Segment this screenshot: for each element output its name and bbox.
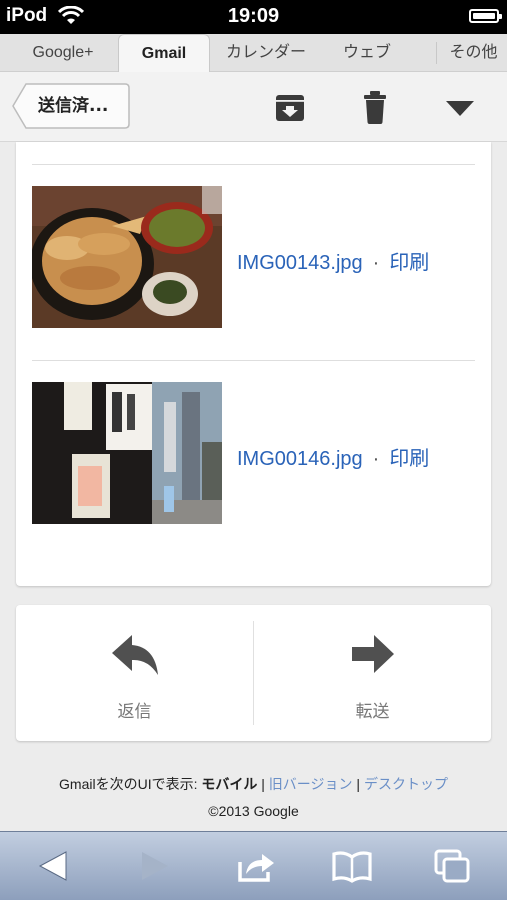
clock: 19:09 — [227, 5, 280, 27]
forward-button[interactable]: 転送 — [254, 605, 491, 741]
tab-google-plus[interactable]: Google+ — [10, 34, 116, 72]
forward-icon — [352, 635, 394, 673]
view-mode-separator: | — [257, 776, 269, 792]
browser-toolbar — [0, 831, 507, 900]
print-link[interactable]: 印刷 — [389, 252, 429, 274]
forward-label: 転送 — [355, 702, 390, 722]
archive-icon[interactable] — [272, 89, 308, 125]
divider — [32, 164, 475, 165]
reply-forward-card: 返信 転送 — [16, 605, 491, 741]
status-bar: iPod 19:09 — [0, 0, 507, 34]
tab-web[interactable]: ウェブ — [324, 34, 410, 72]
message-card: IMG00143.jpg · 印刷 IMG00146.jpg · 印刷 — [16, 142, 491, 586]
reply-button[interactable]: 返信 — [16, 605, 253, 741]
separator-dot: · — [372, 448, 380, 470]
back-arrow-icon[interactable] — [34, 848, 74, 884]
trash-icon[interactable] — [357, 89, 393, 125]
view-mode-prefix: Gmailを次のUIで表示: — [59, 776, 202, 792]
view-mode-line: Gmailを次のUIで表示: モバイル | 旧バージョン | デスクトップ — [0, 770, 507, 798]
attachment-filename-link[interactable]: IMG00143.jpg — [237, 252, 363, 274]
app-tabs: Google+ Gmail カレンダー ウェブ その他 — [0, 34, 507, 73]
separator-dot: · — [372, 252, 380, 274]
tab-more[interactable]: その他 — [440, 34, 507, 72]
view-mode-separator: | — [352, 776, 364, 792]
tabs-icon[interactable] — [432, 848, 472, 884]
message-toolbar: 送信済... — [0, 72, 507, 142]
attachment-row-2: IMG00146.jpg · 印刷 — [237, 442, 429, 471]
tab-divider — [436, 42, 437, 64]
footer: Gmailを次のUIで表示: モバイル | 旧バージョン | デスクトップ ©2… — [0, 770, 507, 824]
reply-icon — [112, 635, 158, 675]
view-mode-old-link[interactable]: 旧バージョン — [269, 776, 353, 792]
back-button-label: 送信済... — [38, 96, 109, 116]
dropdown-icon[interactable] — [442, 89, 478, 125]
attachment-thumbnail-food[interactable] — [32, 186, 222, 328]
battery-icon — [469, 9, 502, 23]
tab-calendar[interactable]: カレンダー — [212, 34, 320, 72]
view-mode-desktop-link[interactable]: デスクトップ — [364, 776, 448, 792]
share-icon[interactable] — [236, 848, 276, 884]
back-button[interactable]: 送信済... — [12, 83, 130, 129]
tab-gmail[interactable]: Gmail — [118, 34, 210, 73]
attachment-filename-link[interactable]: IMG00146.jpg — [237, 448, 363, 470]
view-mode-mobile: モバイル — [201, 776, 258, 792]
divider — [32, 360, 475, 361]
reply-label: 返信 — [117, 702, 152, 722]
bookmarks-icon[interactable] — [332, 848, 372, 884]
forward-arrow-icon[interactable] — [134, 848, 174, 884]
copyright: ©2013 Google — [208, 803, 299, 819]
attachment-thumbnail-street[interactable] — [32, 382, 222, 524]
attachment-row-1: IMG00143.jpg · 印刷 — [237, 246, 429, 275]
print-link[interactable]: 印刷 — [389, 448, 429, 470]
